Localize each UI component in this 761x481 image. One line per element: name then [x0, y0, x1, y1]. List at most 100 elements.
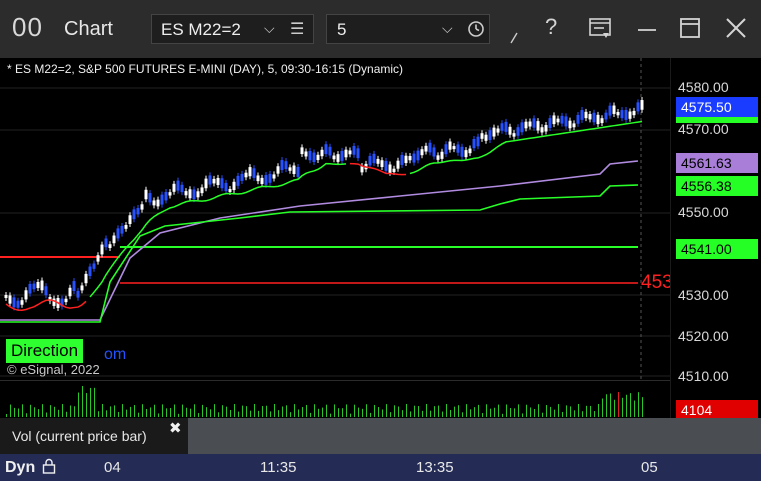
candle-body	[136, 208, 140, 215]
candle-body	[396, 160, 400, 169]
pen-icon[interactable]	[509, 30, 519, 44]
candle-body	[392, 168, 396, 173]
candle-body	[408, 156, 412, 161]
candle-body	[64, 298, 68, 303]
volume-bar	[498, 404, 499, 417]
candle-body	[116, 228, 120, 239]
candle-body	[144, 189, 148, 200]
candle-body	[300, 147, 304, 155]
volume-bar	[310, 412, 311, 417]
candle-body	[260, 177, 264, 184]
candle-body	[204, 178, 208, 189]
close-icon[interactable]	[725, 17, 747, 39]
lock-icon[interactable]	[42, 458, 56, 474]
volume-bar	[570, 406, 571, 417]
volume-bar	[110, 406, 111, 417]
list-icon[interactable]: ☰	[290, 19, 304, 39]
volume-bar	[622, 397, 623, 417]
candle-body	[220, 178, 224, 189]
volume-bar	[486, 404, 487, 417]
candle-body	[276, 166, 280, 174]
volume-bar	[98, 411, 99, 417]
candle-body	[296, 166, 300, 177]
candle-body	[160, 194, 164, 205]
volume-bar	[346, 404, 347, 417]
interval-value: 5	[337, 20, 347, 39]
volume-bar	[86, 393, 87, 417]
volume-bar	[18, 408, 19, 417]
clock-icon[interactable]	[467, 20, 485, 38]
volume-bar	[410, 411, 411, 417]
candle-body	[616, 111, 620, 116]
candle-body	[596, 114, 600, 125]
candle-body	[104, 238, 108, 248]
candle-body	[636, 102, 640, 112]
volume-bar	[610, 393, 611, 417]
dyn-label[interactable]: Dyn	[5, 458, 56, 477]
price-chart[interactable]	[0, 58, 670, 380]
dyn-text: Dyn	[5, 459, 36, 476]
volume-bar	[210, 409, 211, 417]
volume-panel[interactable]	[0, 380, 670, 419]
candle-body	[380, 160, 384, 168]
price-plot[interactable]	[0, 58, 670, 380]
volume-bar	[6, 414, 7, 417]
volume-bar	[462, 412, 463, 417]
candle-body	[76, 290, 80, 298]
chevron-down-icon[interactable]: ⌵	[264, 20, 275, 37]
volume-bar	[202, 404, 203, 417]
volume-bar	[114, 405, 115, 417]
volume-bar	[322, 407, 323, 417]
candle-body	[356, 148, 360, 159]
candle-body	[548, 118, 552, 128]
candle-body	[172, 183, 176, 192]
maximize-icon[interactable]	[679, 17, 701, 39]
candle-body	[148, 193, 152, 203]
minimize-icon[interactable]	[636, 20, 658, 40]
close-icon[interactable]: ✖	[169, 419, 182, 437]
volume-bar	[430, 410, 431, 417]
candle-body	[284, 161, 288, 170]
ma-fast-tag-sliver	[676, 117, 758, 123]
candle-body	[100, 244, 104, 255]
symbol-input[interactable]: ES M22=2 ⌵ ☰	[151, 14, 314, 44]
volume-bar	[538, 404, 539, 417]
candle-body	[24, 290, 28, 300]
candle-body	[604, 112, 608, 120]
candle-body	[472, 138, 476, 149]
volume-bar	[394, 405, 395, 417]
volume-bar	[10, 404, 11, 417]
question-icon[interactable]: ?	[545, 14, 557, 40]
volume-bar	[174, 404, 175, 417]
last-price-tag: 4575.50	[676, 97, 758, 117]
interval-input[interactable]: 5 ⌵	[326, 14, 490, 44]
support-line	[0, 184, 639, 323]
volume-bar	[90, 387, 91, 417]
volume-bar	[82, 386, 83, 417]
volume-bar	[542, 412, 543, 417]
candle-body	[628, 111, 632, 119]
volume-bar	[458, 405, 459, 417]
layout-icon[interactable]	[589, 18, 613, 40]
volume-bar	[274, 404, 275, 417]
volume-bar	[266, 405, 267, 417]
candle-body	[436, 155, 440, 160]
volume-bar	[378, 407, 379, 417]
volume-bar	[118, 411, 119, 417]
volume-bar	[354, 404, 355, 417]
candle-body	[424, 145, 428, 152]
candle-body	[36, 281, 40, 289]
volume-bar	[182, 404, 183, 417]
chevron-down-icon[interactable]: ⌵	[442, 20, 453, 37]
candle-body	[72, 281, 76, 292]
volume-bar	[426, 404, 427, 417]
volume-bar	[342, 408, 343, 417]
volume-bar	[218, 412, 219, 417]
candle-body	[52, 298, 56, 306]
volume-bar	[318, 408, 319, 417]
volume-bar	[146, 408, 147, 417]
candle-body	[448, 141, 452, 150]
chart-header: * ES M22=2, S&P 500 FUTURES E-MINI (DAY)…	[7, 62, 404, 76]
volume-bar	[14, 407, 15, 417]
candle-body	[444, 144, 448, 155]
